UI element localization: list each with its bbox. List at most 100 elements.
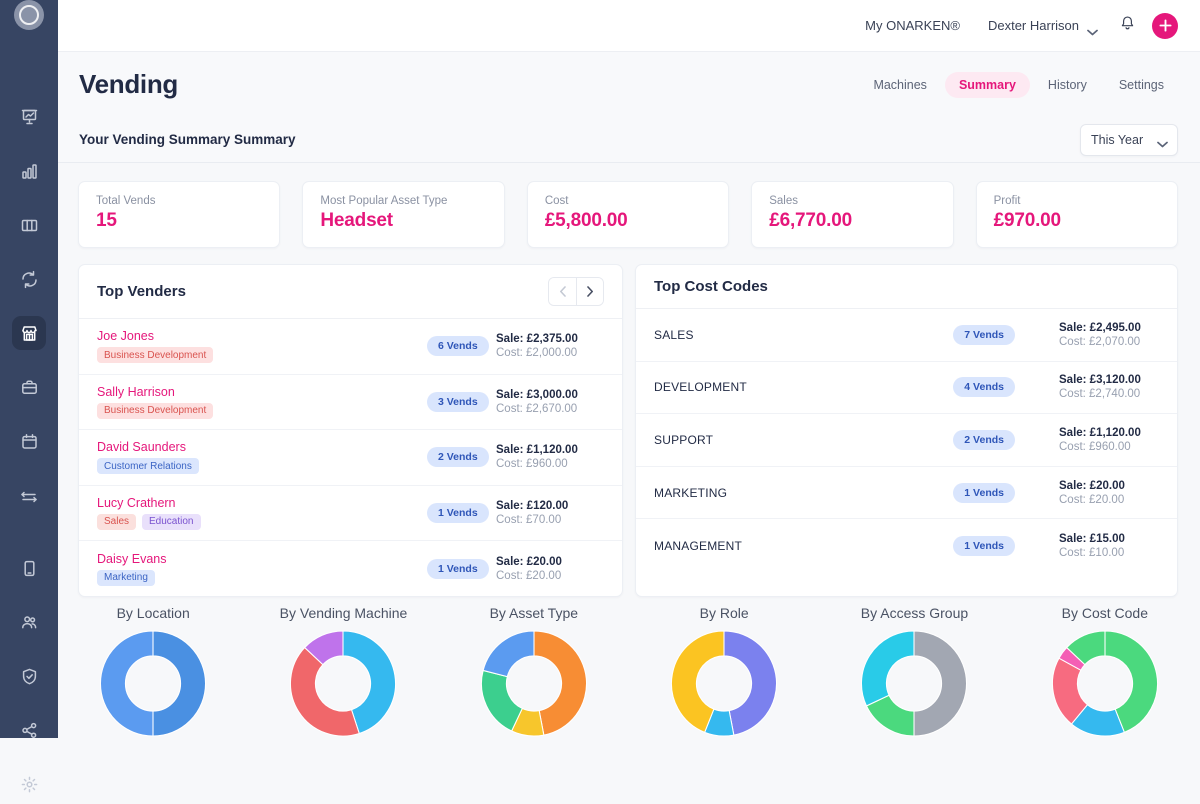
donut-slice [100, 630, 154, 737]
cost-code-row[interactable]: DEVELOPMENT 4 Vends Sale: £3,120.00 Cost: £… [636, 362, 1177, 415]
app-logo[interactable] [0, 0, 58, 30]
donut-chart: By Asset Type [439, 605, 629, 738]
user-menu[interactable]: Dexter Harrison [988, 18, 1098, 35]
kpi-label: Profit [993, 195, 1021, 207]
tab-summary[interactable]: Summary [944, 71, 1030, 98]
cost-code-sale: Sale: £15.00 [1059, 532, 1125, 545]
vender-name[interactable]: Joe Jones [97, 329, 427, 343]
sidebar-item-shield-check[interactable] [12, 659, 46, 693]
top-cost-codes-title: Top Cost Codes [654, 278, 768, 295]
sidebar-item-gear-settings[interactable] [12, 767, 46, 801]
cost-code-name: SALES [654, 327, 694, 342]
users-group-icon [21, 615, 36, 628]
vender-name[interactable]: Lucy Crathern [97, 496, 427, 510]
sidebar-nav-main [0, 100, 58, 515]
cost-code-name: MARKETING [654, 485, 728, 500]
donut-slice [480, 669, 523, 732]
kpi-value: £5,800.00 [544, 210, 628, 231]
vender-name[interactable]: Daisy Evans [97, 552, 427, 566]
period-select-value: This Year [1091, 132, 1144, 147]
kpi-card: Total Vends 15 [78, 181, 281, 248]
venders-pager [548, 277, 604, 306]
sidebar-item-bar-chart[interactable] [12, 154, 46, 188]
donut-slice [152, 630, 207, 737]
donut-charts-row: By Location By Vending Machine By Asset Ty… [58, 605, 1200, 738]
vends-badge: 1 Vends [953, 535, 1015, 556]
tab-settings[interactable]: Settings [1105, 72, 1178, 98]
org-link[interactable]: My ONARKEN® [865, 18, 960, 33]
cost-code-sale: Sale: £1,120.00 [1059, 426, 1141, 439]
pager-next-button[interactable] [576, 278, 603, 305]
top-cost-codes-panel: Top Cost Codes SALES 7 Vends Sale: £2,495.… [635, 264, 1178, 597]
sidebar-item-transfer-arrows[interactable] [12, 478, 46, 512]
page-tabs: Machines Summary History Settings [859, 71, 1178, 98]
donut-chart: By Access Group [819, 605, 1009, 738]
cost-code-row[interactable]: MANAGEMENT 1 Vends Sale: £15.00 Cost: £10.0… [636, 519, 1177, 572]
sidebar-item-tablet-device[interactable] [12, 551, 46, 585]
sidebar-item-users-group[interactable] [12, 605, 46, 639]
page-header: Vending Machines Summary History Settings [58, 52, 1200, 117]
vender-row[interactable]: Joe Jones Business Development 6 Vends Sale… [79, 319, 622, 375]
sidebar [0, 0, 58, 792]
vender-tags: Business Development [97, 402, 427, 419]
kpi-value: 15 [96, 210, 117, 231]
vends-badge: 2 Vends [427, 447, 489, 468]
period-select[interactable]: This Year [1080, 123, 1178, 156]
vends-badge: 6 Vends [427, 336, 489, 357]
vender-name[interactable]: David Saunders [97, 440, 427, 454]
vender-row[interactable]: Daisy Evans Marketing 1 Vends Sale: £20.00 C… [79, 541, 622, 596]
vender-row[interactable]: David Saunders Customer Relations 2 Vends S… [79, 430, 622, 486]
vender-name[interactable]: Sally Harrison [97, 385, 427, 399]
vender-row[interactable]: Lucy Crathern Sales Education 1 Vends Sale: … [79, 486, 622, 541]
cost-code-row[interactable]: SALES 7 Vends Sale: £2,495.00 Cost: £2,070.… [636, 309, 1177, 362]
vender-tags: Marketing [97, 569, 427, 586]
summary-toolbar: Your Vending Summary Summary This Year [58, 117, 1200, 163]
cost-code-row[interactable]: MARKETING 1 Vends Sale: £20.00 Cost: £20.00 [636, 467, 1177, 520]
cost-code-cost: Cost: £2,740.00 [1059, 388, 1141, 401]
top-venders-list: Joe Jones Business Development 6 Vends Sale… [79, 319, 622, 596]
sidebar-item-columns[interactable] [12, 208, 46, 242]
vender-tags: Business Development [97, 347, 427, 364]
chart-title: By Asset Type [489, 605, 579, 621]
vender-row[interactable]: Sally Harrison Business Development 3 Vend… [79, 375, 622, 430]
vender-money: Sale: £1,120.00 Cost: £960.00 [496, 444, 604, 470]
donut-svg [290, 630, 397, 737]
sidebar-item-store-vending[interactable] [12, 316, 46, 350]
store-vending-icon [21, 325, 37, 341]
sidebar-item-share-network[interactable] [12, 713, 46, 747]
donut-slice [533, 630, 587, 736]
summary-label: Your Vending Summary Summary [79, 132, 296, 147]
kpi-card: Profit £970.00 [975, 181, 1179, 248]
kpi-label: Sales [769, 195, 798, 207]
tab-history[interactable]: History [1034, 72, 1101, 98]
vender-money: Sale: £3,000.00 Cost: £2,670.00 [496, 389, 604, 415]
sidebar-item-sync-refresh[interactable] [12, 262, 46, 296]
vender-info: Joe Jones Business Development [97, 329, 427, 364]
vender-cost: Cost: £2,000.00 [496, 347, 578, 360]
kpi-label: Most Popular Asset Type [320, 195, 448, 207]
kpi-value: Headset [320, 210, 393, 231]
kpi-card: Sales £6,770.00 [751, 181, 954, 248]
add-button[interactable] [1152, 12, 1178, 39]
vender-sale: Sale: £1,120.00 [496, 444, 578, 457]
vender-cost: Cost: £20.00 [496, 569, 562, 582]
cost-code-row[interactable]: SUPPORT 2 Vends Sale: £1,120.00 Cost: £960.… [636, 414, 1177, 467]
columns-icon [21, 219, 37, 231]
sidebar-item-calendar[interactable] [12, 424, 46, 458]
vender-sale: Sale: £2,375.00 [496, 333, 578, 346]
donut-svg [480, 630, 587, 737]
pager-prev-button[interactable] [549, 278, 576, 305]
vender-info: David Saunders Customer Relations [97, 440, 427, 475]
vender-tags: Customer Relations [97, 458, 427, 475]
donut-svg [100, 630, 207, 737]
cost-code-money: Sale: £2,495.00 Cost: £2,070.00 [1059, 322, 1159, 348]
sidebar-item-briefcase[interactable] [12, 370, 46, 404]
chevron-down-icon [1157, 137, 1168, 147]
vender-tag: Sales [97, 513, 137, 530]
chevron-down-icon [1087, 23, 1098, 35]
kpi-card: Cost £5,800.00 [526, 181, 730, 248]
tab-machines[interactable]: Machines [859, 72, 941, 98]
sidebar-item-presentation-chart[interactable] [12, 100, 46, 134]
bell-icon[interactable] [1119, 15, 1136, 37]
vender-cost: Cost: £2,670.00 [496, 402, 578, 415]
